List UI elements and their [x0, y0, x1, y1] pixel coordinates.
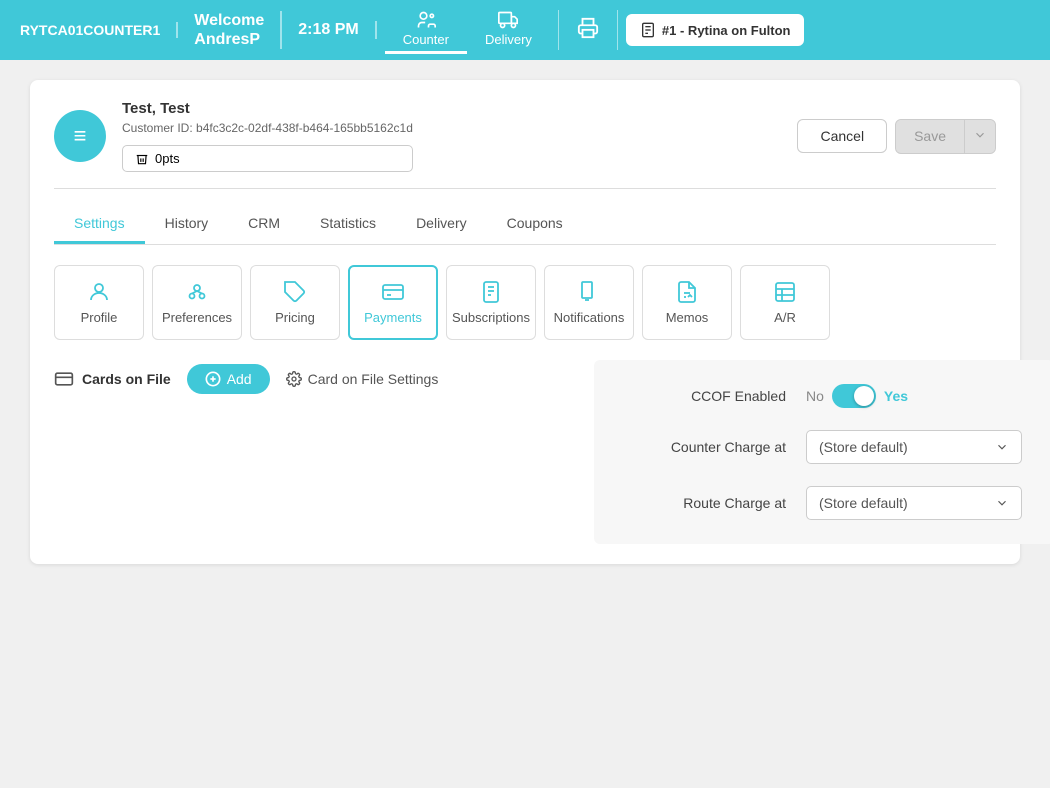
- header-nav: Counter Delivery #1 - Rytina on Fulton: [377, 6, 1038, 54]
- tab-crm[interactable]: CRM: [228, 205, 300, 244]
- counter-charge-row: Counter Charge at (Store default): [626, 430, 1022, 464]
- section-notifications-label: Notifications: [554, 310, 625, 325]
- main-content: ≡ Test, Test Customer ID: b4fc3c2c-02df-…: [0, 60, 1050, 788]
- tab-statistics[interactable]: Statistics: [300, 205, 396, 244]
- print-icon: [577, 17, 599, 39]
- cancel-button[interactable]: Cancel: [797, 119, 887, 153]
- toggle-thumb: [854, 386, 874, 406]
- trash-icon: [135, 152, 149, 166]
- section-ar-label: A/R: [774, 310, 796, 325]
- payments-icon: [381, 280, 405, 304]
- customer-name: Test, Test: [122, 100, 413, 117]
- counter-icon: [416, 10, 436, 30]
- notifications-icon: [577, 280, 601, 304]
- opts-label: 0pts: [155, 151, 180, 166]
- nav-delivery[interactable]: Delivery: [467, 6, 550, 54]
- print-button[interactable]: [567, 11, 609, 50]
- tab-coupons[interactable]: Coupons: [487, 205, 583, 244]
- toggle-yes-label: Yes: [884, 388, 908, 404]
- counter-charge-selected: (Store default): [819, 439, 908, 455]
- header: RYTCA01COUNTER1 Welcome AndresP 2:18 PM …: [0, 0, 1050, 60]
- ccof-enabled-label: CCOF Enabled: [626, 388, 786, 404]
- section-pricing[interactable]: Pricing: [250, 265, 340, 340]
- section-preferences[interactable]: Preferences: [152, 265, 242, 340]
- route-charge-value: (Store default): [806, 486, 1022, 520]
- section-grid: Profile Preferences Pricing: [54, 265, 996, 340]
- section-payments[interactable]: Payments: [348, 265, 438, 340]
- customer-card: ≡ Test, Test Customer ID: b4fc3c2c-02df-…: [30, 80, 1020, 564]
- cards-icon: [54, 369, 74, 389]
- section-subscriptions[interactable]: Subscriptions: [446, 265, 536, 340]
- cof-label-text: Cards on File: [82, 371, 171, 387]
- customer-row: ≡ Test, Test Customer ID: b4fc3c2c-02df-…: [54, 100, 996, 172]
- cof-settings-icon: [286, 371, 302, 387]
- counter-charge-dropdown[interactable]: (Store default): [806, 430, 1022, 464]
- chevron-down-icon: [973, 128, 987, 142]
- nav-delivery-label: Delivery: [485, 32, 532, 47]
- ccof-enabled-row: CCOF Enabled No Yes: [626, 384, 1022, 408]
- section-memos-label: Memos: [666, 310, 709, 325]
- customer-left: ≡ Test, Test Customer ID: b4fc3c2c-02df-…: [54, 100, 413, 172]
- route-charge-dropdown[interactable]: (Store default): [806, 486, 1022, 520]
- route-charge-selected: (Store default): [819, 495, 908, 511]
- customer-info: Test, Test Customer ID: b4fc3c2c-02df-43…: [122, 100, 413, 172]
- counter-charge-value: (Store default): [806, 430, 1022, 464]
- tab-settings[interactable]: Settings: [54, 205, 145, 244]
- receipt-icon: [640, 22, 656, 38]
- subscriptions-icon: [479, 280, 503, 304]
- save-chevron-button[interactable]: [964, 120, 995, 153]
- welcome-text: Welcome AndresP: [178, 11, 282, 49]
- divider: [54, 188, 996, 189]
- location-label: #1 - Rytina on Fulton: [662, 23, 791, 38]
- add-label: Add: [227, 371, 252, 387]
- nav-counter-label: Counter: [403, 32, 449, 47]
- chevron-down-icon2: [995, 496, 1009, 510]
- tab-delivery[interactable]: Delivery: [396, 205, 487, 244]
- time-display: 2:18 PM: [282, 21, 376, 39]
- save-button[interactable]: Save: [896, 120, 964, 152]
- section-notifications[interactable]: Notifications: [544, 265, 634, 340]
- avatar: ≡: [54, 110, 106, 162]
- section-ar[interactable]: A/R: [740, 265, 830, 340]
- toggle-no-label: No: [806, 388, 824, 404]
- avatar-icon: ≡: [74, 123, 87, 149]
- cards-on-file-label: Cards on File: [54, 369, 171, 389]
- add-card-button[interactable]: Add: [187, 364, 270, 394]
- counter-charge-label: Counter Charge at: [626, 439, 786, 455]
- section-subscriptions-label: Subscriptions: [452, 310, 530, 325]
- section-profile[interactable]: Profile: [54, 265, 144, 340]
- chevron-down-icon: [995, 440, 1009, 454]
- station-label: RYTCA01COUNTER1: [12, 22, 178, 38]
- tabs-row: Settings History CRM Statistics Delivery…: [54, 205, 996, 245]
- ccof-toggle-group: No Yes: [806, 384, 1022, 408]
- ar-icon: [773, 280, 797, 304]
- plus-icon: [205, 371, 221, 387]
- opts-button[interactable]: 0pts: [122, 145, 413, 172]
- delivery-icon: [498, 10, 518, 30]
- route-charge-label: Route Charge at: [626, 495, 786, 511]
- save-btn-group: Save: [895, 119, 996, 154]
- section-profile-label: Profile: [81, 310, 118, 325]
- nav-counter[interactable]: Counter: [385, 6, 467, 54]
- section-pricing-label: Pricing: [275, 310, 315, 325]
- customer-id: Customer ID: b4fc3c2c-02df-438f-b464-165…: [122, 121, 413, 135]
- ccof-toggle[interactable]: [832, 384, 876, 408]
- nav-separator: [558, 10, 559, 50]
- cof-settings-label: Card on File Settings: [308, 371, 439, 387]
- route-charge-row: Route Charge at (Store default): [626, 486, 1022, 520]
- nav-separator2: [617, 10, 618, 50]
- tab-history[interactable]: History: [145, 205, 229, 244]
- section-memos[interactable]: Memos: [642, 265, 732, 340]
- ccof-panel: CCOF Enabled No Yes Counter Charge at: [594, 360, 1050, 544]
- cof-settings-link[interactable]: Card on File Settings: [286, 371, 439, 387]
- toggle-track: [832, 384, 876, 408]
- profile-icon: [87, 280, 111, 304]
- section-payments-label: Payments: [364, 310, 422, 325]
- pricing-icon: [283, 280, 307, 304]
- section-preferences-label: Preferences: [162, 310, 232, 325]
- memos-icon: [675, 280, 699, 304]
- preferences-icon: [185, 280, 209, 304]
- location-button[interactable]: #1 - Rytina on Fulton: [626, 14, 805, 46]
- customer-actions: Cancel Save: [797, 119, 996, 154]
